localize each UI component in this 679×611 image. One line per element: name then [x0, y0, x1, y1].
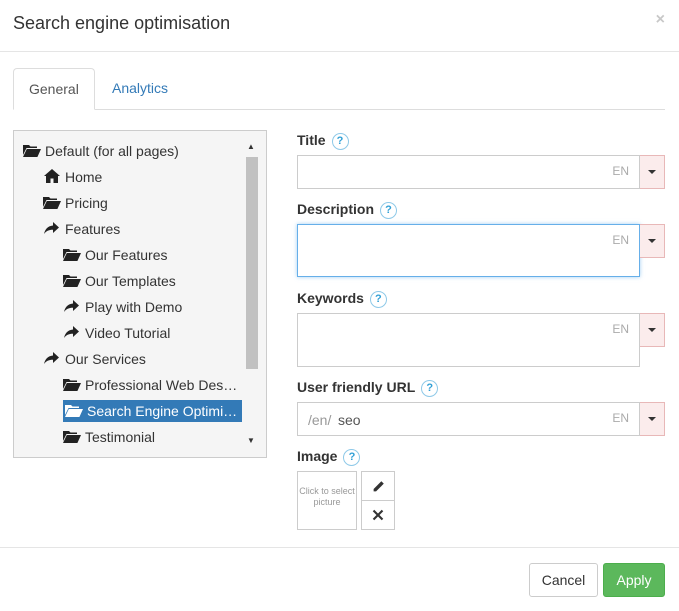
image-label-text: Image: [297, 448, 338, 464]
language-badge: EN: [612, 322, 629, 336]
tree-item[interactable]: Pricing: [43, 192, 112, 214]
tree-item-label: Our Templates: [85, 273, 176, 289]
language-badge: EN: [612, 233, 629, 247]
title-label-text: Title: [297, 132, 326, 148]
tree-item[interactable]: Our Templates: [63, 270, 180, 292]
keywords-label-text: Keywords: [297, 290, 364, 306]
tree-item-label: Pricing: [65, 195, 108, 211]
url-input[interactable]: /en/ seo EN: [297, 402, 640, 436]
edit-image-button[interactable]: [361, 471, 395, 501]
tree-item[interactable]: Professional Web Des…: [63, 374, 241, 396]
tree-item-label: Video Tutorial: [85, 325, 171, 341]
tree-item-label: Play with Demo: [85, 299, 183, 315]
cancel-button[interactable]: Cancel: [529, 563, 598, 597]
title-input[interactable]: EN: [297, 155, 640, 189]
tree-item[interactable]: Default (for all pages): [23, 140, 183, 162]
url-label: User friendly URL?: [297, 379, 439, 397]
share-arrow-icon: [63, 323, 81, 345]
image-label: Image?: [297, 448, 361, 466]
url-label-text: User friendly URL: [297, 379, 416, 395]
tree-item-selected[interactable]: Search Engine Optimi…: [63, 400, 242, 422]
tree-item-label: Home: [65, 169, 103, 185]
caret-down-icon: [648, 328, 656, 332]
dialog-header: Search engine optimisation ×: [0, 0, 679, 52]
close-icon[interactable]: ×: [656, 11, 665, 29]
tab-bar: General Analytics: [13, 68, 665, 110]
description-label-text: Description: [297, 201, 375, 217]
title-language-dropdown[interactable]: [640, 155, 665, 189]
tree-item[interactable]: Video Tutorial: [63, 322, 174, 344]
tree-item-label: Professional Web Des…: [85, 377, 238, 393]
scrollbar-thumb[interactable]: [246, 157, 258, 369]
caret-down-icon: [648, 170, 656, 174]
caret-down-icon: [648, 239, 656, 243]
help-icon[interactable]: ?: [331, 132, 349, 150]
url-prefix: /en/: [308, 412, 332, 428]
tree-item-label: Features: [65, 221, 121, 237]
remove-image-button[interactable]: [361, 500, 395, 530]
tree-item-label: Our Features: [85, 247, 168, 263]
title-label: Title?: [297, 132, 349, 150]
help-icon[interactable]: ?: [421, 379, 439, 397]
caret-down-icon: [648, 417, 656, 421]
tree-item-label: Testimonial: [85, 429, 156, 445]
help-icon[interactable]: ?: [343, 448, 361, 466]
share-arrow-icon: [43, 349, 61, 371]
home-icon: [43, 167, 61, 189]
description-label: Description?: [297, 201, 398, 219]
tree-scrollbar[interactable]: ▲ ▼: [244, 141, 258, 447]
scroll-up-arrow-icon[interactable]: ▲: [244, 141, 258, 153]
folder-open-icon: [63, 245, 81, 267]
keywords-input[interactable]: EN: [297, 313, 640, 367]
folder-open-icon: [63, 427, 81, 449]
folder-open-icon: [23, 141, 41, 163]
page-tree[interactable]: Default (for all pages) Home Pricing Featur…: [13, 130, 267, 458]
tree-item[interactable]: Our Services: [43, 348, 150, 370]
description-language-dropdown[interactable]: [640, 224, 665, 258]
share-arrow-icon: [63, 297, 81, 319]
tab-general[interactable]: General: [13, 68, 95, 110]
close-icon: [372, 509, 384, 521]
tree-item-label: Default (for all pages): [45, 143, 179, 159]
url-language-dropdown[interactable]: [640, 402, 665, 436]
tree-item[interactable]: Testimonial: [63, 426, 159, 448]
apply-button[interactable]: Apply: [603, 563, 665, 597]
tree-item[interactable]: Home: [43, 166, 106, 188]
share-arrow-icon: [43, 219, 61, 241]
folder-open-icon: [63, 271, 81, 293]
url-value: seo: [338, 412, 361, 428]
help-icon[interactable]: ?: [369, 290, 387, 308]
help-icon[interactable]: ?: [380, 201, 398, 219]
tree-item-label: Search Engine Optimi…: [87, 403, 238, 419]
language-badge: EN: [612, 164, 629, 178]
scroll-down-arrow-icon[interactable]: ▼: [244, 435, 258, 447]
dialog-title: Search engine optimisation: [13, 13, 231, 33]
tree-item[interactable]: Play with Demo: [63, 296, 186, 318]
keywords-label: Keywords?: [297, 290, 387, 308]
pencil-icon: [373, 481, 384, 492]
folder-open-icon: [65, 401, 83, 423]
language-badge: EN: [612, 411, 629, 425]
description-input[interactable]: EN: [297, 224, 640, 277]
tab-analytics[interactable]: Analytics: [97, 68, 183, 110]
tree-item[interactable]: Features: [43, 218, 124, 240]
tree-item[interactable]: Our Features: [63, 244, 171, 266]
keywords-language-dropdown[interactable]: [640, 313, 665, 347]
image-picker[interactable]: Click to select picture: [297, 471, 357, 530]
tree-item-label: Our Services: [65, 351, 146, 367]
folder-open-icon: [63, 375, 81, 397]
dialog-footer: Cancel Apply: [0, 547, 679, 611]
folder-open-icon: [43, 193, 61, 215]
